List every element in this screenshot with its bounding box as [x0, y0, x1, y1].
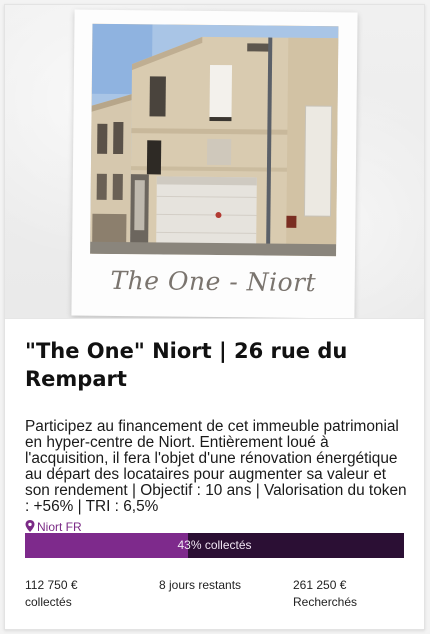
polaroid-caption: The One - Niort	[110, 265, 317, 298]
project-card[interactable]: The One - Niort "The One" Niort | 26 rue…	[4, 4, 425, 630]
target-amount: 261 250 €	[293, 578, 347, 592]
progress-label: 43% collectés	[177, 538, 252, 552]
card-content: "The One" Niort | 26 rue du Rempart Part…	[25, 337, 407, 515]
stat-days-left: 8 jours restants	[159, 577, 241, 594]
days-left: 8 jours restants	[159, 578, 242, 592]
project-image-area[interactable]: The One - Niort	[5, 5, 424, 319]
funding-progress-bar: 43% collectés	[25, 533, 404, 558]
collected-label: collectés	[25, 595, 72, 609]
project-title[interactable]: "The One" Niort | 26 rue du Rempart	[25, 337, 407, 393]
project-description: Participez au financement de cet immeubl…	[25, 418, 407, 515]
building-photo	[90, 23, 339, 257]
map-pin-icon	[25, 520, 35, 532]
polaroid-frame: The One - Niort	[71, 9, 358, 318]
target-label: Recherchés	[293, 595, 358, 609]
location-label: Niort FR	[37, 520, 82, 534]
stat-target: 261 250 € Recherchés	[293, 577, 357, 611]
stat-collected: 112 750 € collectés	[25, 577, 78, 611]
project-location: Niort FR	[25, 520, 82, 534]
collected-amount: 112 750 €	[25, 578, 78, 592]
